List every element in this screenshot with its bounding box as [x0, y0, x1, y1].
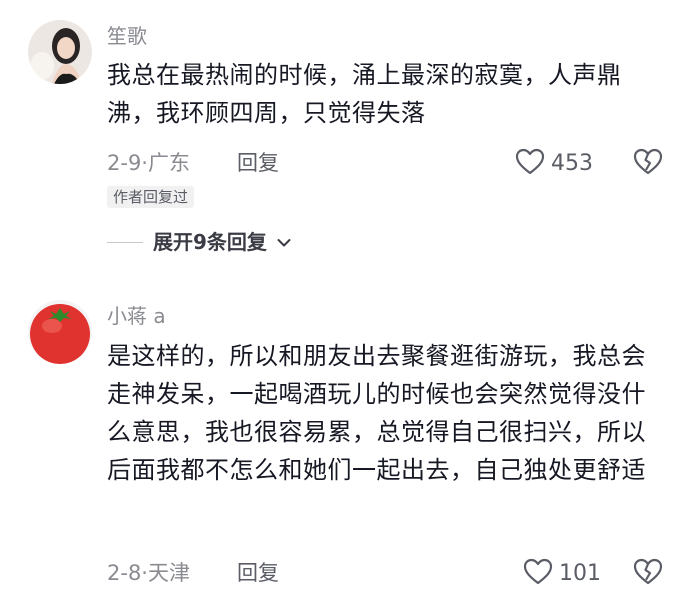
comment-meta: 2-9·广东 — [107, 151, 190, 175]
author-replied-badge: 作者回复过 — [107, 186, 195, 208]
like-button[interactable]: 453 — [515, 148, 593, 180]
avatar[interactable] — [28, 20, 92, 84]
comment-meta: 2-8·天津 — [107, 561, 190, 585]
heart-outline-icon — [515, 148, 545, 180]
divider-line — [107, 241, 143, 243]
username[interactable]: 小蒋 a — [107, 304, 166, 328]
comment-text: 我总在最热闹的时候，涌上最深的寂寞，人声鼎沸，我环顾四周，只觉得失落 — [107, 61, 622, 127]
dislike-button[interactable] — [633, 148, 663, 180]
reply-button[interactable]: 回复 — [237, 150, 279, 176]
broken-heart-icon — [633, 558, 663, 590]
comment-text: 是这样的，所以和朋友出去聚餐逛街游玩，我总会走神发呆，一起喝酒玩儿的时候也会突然… — [107, 342, 646, 484]
chevron-down-icon — [277, 233, 291, 252]
heart-outline-icon — [523, 558, 553, 590]
avatar[interactable] — [28, 300, 92, 364]
expand-replies-label: 展开9条回复 — [153, 230, 267, 254]
comment-item: 小蒋 a 是这样的，所以和朋友出去聚餐逛街游玩，我总会走神发呆，一起喝酒玩儿的时… — [0, 290, 690, 589]
comment-item: 笙歌 我总在最热闹的时候，涌上最深的寂寞，人声鼎沸，我环顾四周，只觉得失落 2-… — [0, 0, 690, 270]
reply-button[interactable]: 回复 — [237, 560, 279, 586]
like-count: 453 — [551, 151, 593, 176]
like-button[interactable]: 101 — [523, 558, 601, 590]
expand-replies-button[interactable]: 展开9条回复 — [107, 230, 291, 254]
dislike-button[interactable] — [633, 558, 663, 590]
broken-heart-icon — [633, 148, 663, 180]
like-count: 101 — [559, 561, 601, 586]
username[interactable]: 笙歌 — [107, 24, 147, 48]
